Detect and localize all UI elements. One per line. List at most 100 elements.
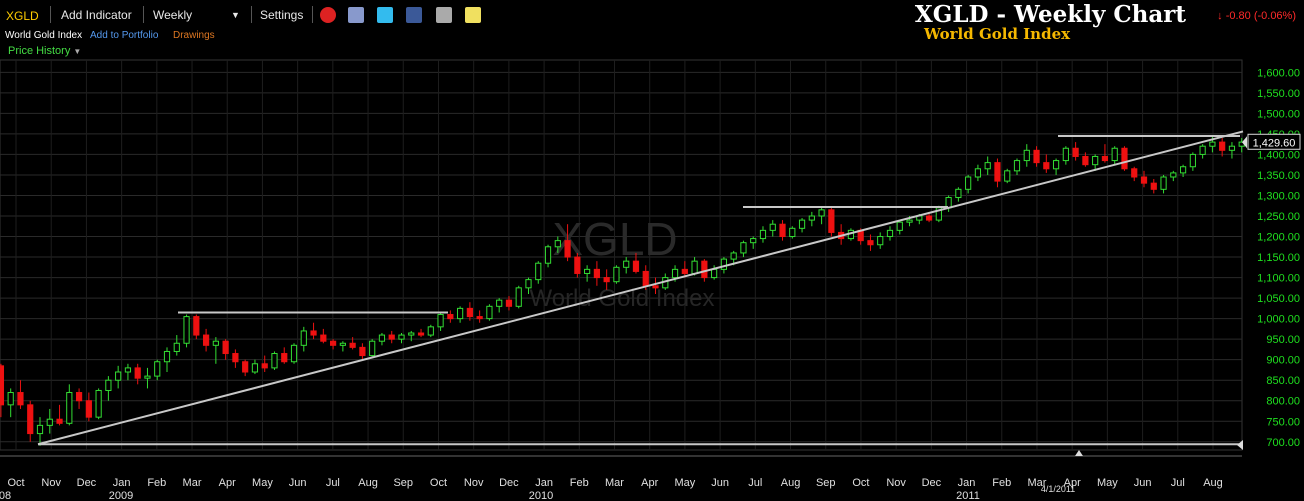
date-marker-label: 4/1/2011 — [1041, 484, 1075, 494]
x-tick-label: Jun — [1134, 477, 1152, 489]
candle-down — [505, 299, 513, 307]
x-tick-label: May — [252, 477, 273, 489]
y-tick-label: 1,250.00 — [1257, 211, 1300, 223]
candle-down — [925, 215, 933, 221]
candle-up — [183, 316, 190, 344]
date-marker-icon — [1075, 450, 1083, 456]
candle-up — [408, 332, 415, 336]
candle-down — [261, 363, 268, 369]
x-tick-label: Jan — [958, 477, 976, 489]
candle-up — [515, 287, 522, 307]
candle-up — [251, 363, 259, 373]
candle-down — [1140, 176, 1148, 184]
candle-up — [1209, 141, 1216, 147]
candle-up — [115, 371, 122, 381]
y-tick-label: 850.00 — [1266, 375, 1300, 387]
candle-up — [300, 330, 307, 346]
last-price-label: 1,429.60 — [1253, 137, 1296, 149]
candle-up — [769, 223, 776, 231]
candle-down — [1082, 155, 1089, 166]
candle-up — [974, 168, 982, 178]
candle-up — [1004, 170, 1011, 182]
candle-up — [1160, 176, 1167, 190]
candle-up — [66, 392, 73, 424]
y-tick-label: 1,300.00 — [1257, 190, 1300, 202]
candle-up — [1092, 155, 1099, 166]
x-tick-label: Feb — [992, 477, 1011, 489]
x-year-label: 2009 — [109, 490, 133, 501]
y-tick-label: 800.00 — [1266, 396, 1300, 408]
x-tick-label: Mar — [183, 477, 202, 489]
candle-up — [535, 262, 542, 281]
candle-down — [17, 392, 24, 406]
candle-up — [711, 268, 718, 279]
candle-down — [320, 334, 327, 342]
candle-up — [877, 236, 884, 246]
candle-down — [642, 270, 649, 287]
candle-down — [593, 268, 600, 279]
x-tick-label: Jan — [535, 477, 553, 489]
x-tick-label: Sep — [393, 477, 413, 489]
x-tick-label: Sep — [816, 477, 836, 489]
candle-up — [525, 279, 532, 289]
x-tick-label: Jun — [711, 477, 729, 489]
candle-up — [984, 162, 991, 170]
candle-up — [808, 215, 815, 221]
x-tick-label: Dec — [77, 477, 97, 489]
candle-up — [740, 242, 747, 254]
candle-down — [564, 240, 571, 258]
candle-up — [584, 268, 591, 274]
candle-up — [427, 326, 434, 336]
x-tick-label: Mar — [605, 477, 624, 489]
candle-down — [310, 330, 317, 336]
candle-down — [681, 268, 688, 274]
y-tick-label: 1,150.00 — [1257, 252, 1300, 264]
candle-up — [1199, 145, 1206, 155]
price-chart[interactable]: 700.00 750.00 800.00 850.00 900.00 950.00 1,00… — [0, 0, 1304, 501]
candle-up — [691, 260, 698, 274]
y-tick-label: 1,200.00 — [1257, 232, 1300, 244]
candle-up — [1228, 145, 1236, 151]
candle-up — [95, 389, 102, 418]
candle-up — [886, 229, 894, 238]
x-tick-label: May — [1097, 477, 1118, 489]
candle-down — [1043, 162, 1050, 170]
y-tick-label: 1,600.00 — [1257, 67, 1300, 79]
candle-down — [603, 277, 610, 283]
x-tick-label: Apr — [219, 477, 236, 489]
candle-down — [134, 367, 141, 379]
candle-down — [0, 365, 5, 406]
candle-up — [339, 342, 346, 346]
candle-down — [867, 240, 874, 246]
candle-down — [1150, 182, 1157, 190]
x-tick-label: Oct — [430, 477, 447, 489]
x-tick-label: Aug — [1203, 477, 1223, 489]
candle-up — [163, 350, 171, 363]
candle-up — [398, 334, 405, 340]
candle-up — [798, 219, 806, 229]
candle-down — [574, 256, 581, 274]
x-tick-label: Aug — [358, 477, 378, 489]
candle-down — [232, 353, 239, 363]
x-tick-label: Jul — [1171, 477, 1185, 489]
candle-up — [613, 266, 620, 283]
x-tick-label: May — [675, 477, 696, 489]
candle-down — [222, 340, 229, 355]
candle-up — [1052, 160, 1060, 170]
x-tick-label: Jun — [289, 477, 307, 489]
candle-down — [779, 223, 786, 238]
candle-down — [242, 361, 249, 373]
y-tick-label: 1,050.00 — [1257, 293, 1300, 305]
candle-up — [457, 307, 464, 320]
watermark-symbol: XGLD — [552, 213, 677, 265]
candle-down — [27, 404, 34, 435]
candle-up — [7, 392, 14, 406]
candle-up — [1111, 147, 1118, 162]
candle-up — [378, 334, 386, 342]
candle-down — [1033, 149, 1040, 164]
candle-up — [965, 176, 972, 190]
candle-down — [1131, 168, 1138, 178]
candle-down — [281, 353, 288, 363]
x-tick-label: Oct — [852, 477, 869, 489]
candle-up — [955, 188, 962, 199]
